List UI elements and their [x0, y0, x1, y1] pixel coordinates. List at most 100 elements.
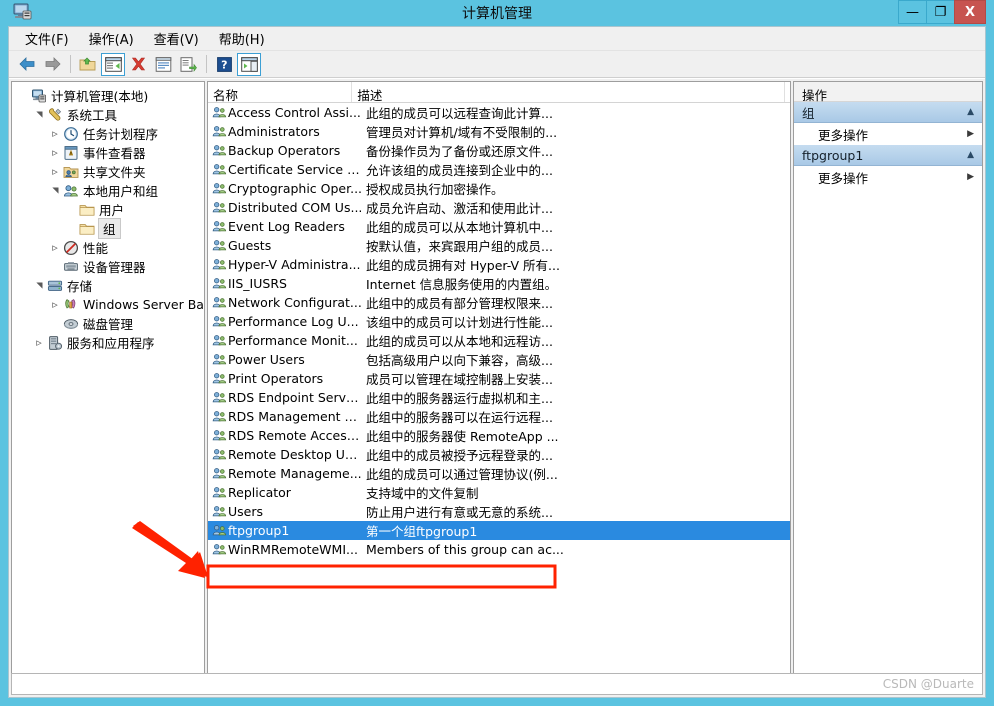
expand-twisty-closed-icon[interactable]: ▹	[48, 298, 62, 311]
expand-twisty-open-icon[interactable]: ◢	[35, 108, 44, 122]
table-row[interactable]: Performance Monit... 此组的成员可以从本地和远程访...	[208, 331, 790, 350]
menu-action[interactable]: 操作(A)	[79, 27, 144, 51]
show-action-pane-button[interactable]	[237, 52, 261, 76]
tree-item-4[interactable]: ▹ 共享文件夹	[12, 162, 204, 181]
tree-item-label: Windows Server Back	[83, 297, 204, 312]
group-icon	[208, 276, 228, 291]
table-row[interactable]: Administrators 管理员对计算机/域有不受限制的...	[208, 122, 790, 141]
table-row[interactable]: Cryptographic Oper... 授权成员执行加密操作。	[208, 179, 790, 198]
tree-item-8[interactable]: ▹ 性能	[12, 238, 204, 257]
menu-file[interactable]: 文件(F)	[15, 27, 79, 51]
table-row[interactable]: Access Control Assi... 此组的成员可以远程查询此计算...	[208, 103, 790, 122]
table-row[interactable]: Replicator 支持域中的文件复制	[208, 483, 790, 502]
tree-item-label: 服务和应用程序	[67, 336, 155, 351]
chevron-up-icon[interactable]: ▲	[967, 107, 974, 117]
export-list-button[interactable]	[176, 53, 200, 76]
table-row[interactable]: RDS Management S... 此组中的服务器可以在运行远程...	[208, 407, 790, 426]
title-bar: 计算机管理 — ❐ X	[8, 0, 986, 26]
expand-twisty-closed-icon[interactable]: ▹	[48, 241, 62, 254]
group-icon	[212, 335, 227, 346]
table-row[interactable]: Guests 按默认值，来宾跟用户组的成员...	[208, 236, 790, 255]
table-row[interactable]: Event Log Readers 此组的成员可以从本地计算机中...	[208, 217, 790, 236]
console-tree[interactable]: 计算机管理(本地) ◢ 系统工具 ▹ 任务计划程序 ▹ 事件查看器 ▹ 共享文件夹 ◢ 本地用户和组…	[12, 82, 204, 677]
column-header-name[interactable]: 名称	[208, 82, 353, 103]
table-row[interactable]: IIS_IUSRS Internet 信息服务使用的内置组。	[208, 274, 790, 293]
table-row[interactable]: Network Configurat... 此组中的成员有部分管理权限来...	[208, 293, 790, 312]
close-button[interactable]: X	[954, 0, 986, 24]
group-icon	[212, 297, 227, 308]
table-row[interactable]: Remote Manageme... 此组的成员可以通过管理协议(例...	[208, 464, 790, 483]
svg-text:?: ?	[221, 58, 227, 71]
chevron-up-icon[interactable]: ▲	[967, 150, 974, 160]
cell-description: 此组的成员可以从本地和远程访...	[366, 334, 553, 349]
group-icon	[208, 523, 228, 538]
back-button[interactable]	[15, 53, 39, 76]
table-row[interactable]: Distributed COM Us... 成员允许启动、激活和使用此计...	[208, 198, 790, 217]
minimize-button[interactable]: —	[898, 0, 926, 24]
table-row[interactable]: Performance Log U... 该组中的成员可以计划进行性能...	[208, 312, 790, 331]
table-row[interactable]: Users 防止用户进行有意或无意的系统...	[208, 502, 790, 521]
expand-twisty-closed-icon[interactable]: ▹	[32, 336, 46, 349]
group-icon	[208, 352, 228, 367]
group-icon	[208, 295, 228, 310]
table-row[interactable]: RDS Endpoint Serve... 此组中的服务器运行虚拟机和主...	[208, 388, 790, 407]
group-icon	[208, 333, 228, 348]
tree-item-6[interactable]: 用户	[12, 200, 204, 219]
system-tools-icon	[46, 107, 64, 123]
forward-button[interactable]	[40, 53, 64, 76]
tree-item-2[interactable]: ▹ 任务计划程序	[12, 124, 204, 143]
list-header: 名称 描述	[208, 82, 790, 103]
table-row-selected[interactable]: ftpgroup1 第一个组ftpgroup1	[208, 521, 790, 540]
group-icon	[212, 468, 227, 479]
actions-group-title: 组	[802, 105, 815, 121]
table-row[interactable]: Hyper-V Administra... 此组的成员拥有对 Hyper-V 所有…	[208, 255, 790, 274]
expand-twisty-open-icon[interactable]: ◢	[35, 279, 44, 293]
watermark-text: CSDN @Duarte	[882, 677, 974, 691]
menu-view[interactable]: 查看(V)	[144, 27, 209, 51]
delete-button[interactable]	[126, 53, 150, 76]
table-row[interactable]: Print Operators 成员可以管理在域控制器上安装...	[208, 369, 790, 388]
actions-group-ftpgroup1[interactable]: ftpgroup1 ▲	[794, 145, 982, 166]
table-row[interactable]: RDS Remote Access... 此组中的服务器使 RemoteApp .…	[208, 426, 790, 445]
computer-icon	[30, 88, 48, 104]
help-button[interactable]: ?	[212, 53, 236, 76]
tree-item-9[interactable]: 设备管理器	[12, 257, 204, 276]
properties-button[interactable]	[151, 53, 175, 76]
maximize-button[interactable]: ❐	[926, 0, 954, 24]
tree-item-5[interactable]: ◢ 本地用户和组	[12, 181, 204, 200]
delete-red-x-icon	[131, 57, 145, 71]
group-icon	[212, 316, 227, 327]
tree-item-10[interactable]: ◢ 存储	[12, 276, 204, 295]
table-row[interactable]: WinRMRemoteWMI... Members of this group c…	[208, 540, 790, 559]
cell-name: Event Log Readers	[228, 219, 345, 234]
table-row[interactable]: Certificate Service D... 允许该组的成员连接到企业中的..…	[208, 160, 790, 179]
tree-item-3[interactable]: ▹ 事件查看器	[12, 143, 204, 162]
tree-item-7[interactable]: 组	[12, 218, 204, 239]
table-row[interactable]: Backup Operators 备份操作员为了备份或还原文件...	[208, 141, 790, 160]
table-row[interactable]: Remote Desktop Us... 此组中的成员被授予远程登录的...	[208, 445, 790, 464]
table-row[interactable]: Power Users 包括高级用户以向下兼容，高级...	[208, 350, 790, 369]
up-folder-button[interactable]	[76, 53, 100, 76]
column-header-description[interactable]: 描述	[352, 82, 785, 103]
tree-item-12[interactable]: 磁盘管理	[12, 314, 204, 333]
cell-description: 管理员对计算机/域有不受限制的...	[366, 125, 558, 140]
tree-item-11[interactable]: ▹ Windows Server Back	[12, 295, 204, 314]
tree-item-label: 任务计划程序	[83, 127, 159, 142]
more-actions-groups[interactable]: 更多操作 ▶	[794, 123, 982, 145]
expand-twisty-closed-icon[interactable]: ▹	[48, 146, 62, 159]
cell-description: 授权成员执行加密操作。	[366, 182, 504, 197]
expand-twisty-closed-icon[interactable]: ▹	[48, 165, 62, 178]
groups-list[interactable]: Access Control Assi... 此组的成员可以远程查询此计算... A…	[208, 103, 790, 694]
menu-help[interactable]: 帮助(H)	[209, 27, 275, 51]
tree-item-label: 设备管理器	[83, 260, 146, 275]
tree-item-1[interactable]: ◢ 系统工具	[12, 105, 204, 124]
tree-item-0[interactable]: 计算机管理(本地)	[12, 86, 204, 105]
group-icon	[212, 354, 227, 365]
expand-twisty-closed-icon[interactable]: ▹	[48, 127, 62, 140]
more-actions-ftpgroup1[interactable]: 更多操作 ▶	[794, 166, 982, 188]
actions-group-groups[interactable]: 组 ▲	[794, 102, 982, 123]
show-console-tree-button[interactable]	[101, 52, 125, 76]
folder-icon	[78, 221, 96, 237]
expand-twisty-open-icon[interactable]: ◢	[51, 184, 60, 198]
tree-item-13[interactable]: ▹ 服务和应用程序	[12, 333, 204, 352]
